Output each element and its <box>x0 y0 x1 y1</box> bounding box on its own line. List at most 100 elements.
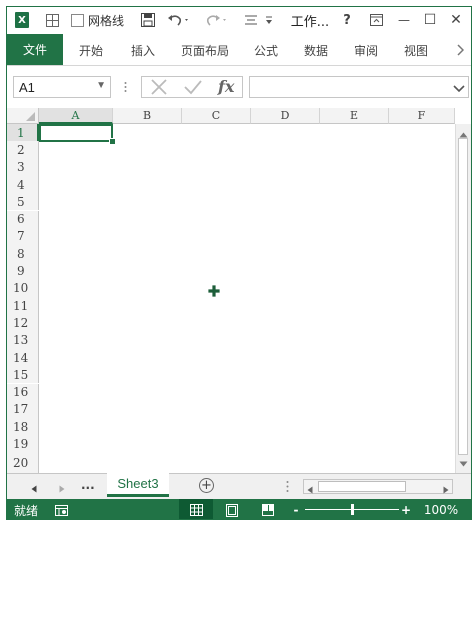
tab-view[interactable]: 视图 <box>397 37 435 63</box>
column-header-f[interactable]: F <box>389 108 455 124</box>
page-break-preview-button[interactable] <box>253 499 283 519</box>
column-header-e[interactable]: E <box>320 108 389 124</box>
tab-formulas[interactable]: 公式 <box>247 37 285 63</box>
row-header-18[interactable]: 18 <box>7 418 39 436</box>
tab-home[interactable]: 开始 <box>71 37 111 63</box>
formula-bar: A1 ▼ fx <box>7 66 471 108</box>
tab-file[interactable]: 文件 <box>7 34 63 65</box>
row-header-16[interactable]: 16 <box>7 383 39 401</box>
close-button[interactable]: ✕ <box>447 7 465 33</box>
gridlines-label: 网格线 <box>88 13 125 28</box>
row-header-13[interactable]: 13 <box>7 331 39 349</box>
name-box[interactable]: A1 ▼ <box>13 76 111 98</box>
macro-record-icon[interactable] <box>53 499 69 519</box>
row-header-3[interactable]: 3 <box>7 158 39 176</box>
formula-buttons: fx <box>141 76 243 98</box>
status-bar: 就绪 - + 100% <box>7 499 471 519</box>
gridlines-checkbox[interactable] <box>71 13 84 27</box>
tab-page-layout[interactable]: 页面布局 <box>175 37 235 63</box>
row-header-7[interactable]: 7 <box>7 227 39 246</box>
page-layout-view-icon <box>226 503 238 517</box>
vertical-scroll-thumb[interactable] <box>458 138 468 455</box>
name-box-dropdown-icon[interactable]: ▼ <box>96 80 106 91</box>
table-grid-icon[interactable] <box>43 7 61 33</box>
hscroll-right-icon[interactable] <box>443 483 449 497</box>
tab-split-grip-icon[interactable] <box>286 480 289 496</box>
normal-view-icon <box>189 504 203 516</box>
row-header-10[interactable]: 10 <box>7 279 39 297</box>
column-header-c[interactable]: C <box>182 108 251 124</box>
formula-input[interactable] <box>249 76 469 98</box>
row-header-14[interactable]: 14 <box>7 348 39 367</box>
scroll-down-icon[interactable] <box>459 456 468 470</box>
minimize-button[interactable]: — <box>395 7 413 33</box>
worksheet-grid: A B C D E F 1 2 3 4 5 6 7 8 9 10 11 12 1… <box>7 108 471 473</box>
zoom-slider[interactable] <box>303 499 401 519</box>
row-header-4[interactable]: 4 <box>7 175 39 194</box>
column-header-d[interactable]: D <box>251 108 320 124</box>
sheet-tab-sheet3[interactable]: Sheet3 <box>107 473 169 497</box>
zoom-level[interactable]: 100% <box>421 499 461 519</box>
sheet-scroll-right-icon[interactable] <box>59 482 65 496</box>
ribbon-scroll-right-icon[interactable] <box>451 37 469 63</box>
cell-area[interactable] <box>39 124 455 473</box>
row-header-17[interactable]: 17 <box>7 400 39 419</box>
redo-icon[interactable] <box>203 7 231 33</box>
row-header-20[interactable]: 20 <box>7 452 39 473</box>
fill-handle[interactable] <box>109 138 116 145</box>
more-sheets-button[interactable]: ... <box>81 478 95 492</box>
horizontal-scrollbar[interactable] <box>303 479 453 494</box>
row-header-9[interactable]: 9 <box>7 262 39 280</box>
zoom-in-button[interactable]: + <box>399 499 413 519</box>
enter-check-icon[interactable] <box>184 79 202 98</box>
hscroll-left-icon[interactable] <box>307 483 313 497</box>
ribbon-display-options-icon[interactable] <box>367 7 385 33</box>
normal-view-button[interactable] <box>179 499 213 519</box>
row-header-19[interactable]: 19 <box>7 435 39 453</box>
zoom-slider-thumb[interactable] <box>350 504 354 515</box>
vertical-scrollbar[interactable] <box>455 124 471 473</box>
row-header-5[interactable]: 5 <box>7 193 39 211</box>
sheet-scroll-left-icon[interactable] <box>31 482 37 496</box>
excel-logo-icon: X <box>15 12 29 28</box>
expand-formula-bar-icon[interactable] <box>453 82 465 96</box>
page-break-preview-icon <box>262 504 274 516</box>
select-all-corner[interactable] <box>7 108 39 124</box>
name-box-value: A1 <box>19 79 35 95</box>
maximize-button[interactable]: ☐ <box>421 7 439 33</box>
customize-qat-icon[interactable] <box>263 7 275 33</box>
row-header-1[interactable]: 1 <box>7 124 39 142</box>
add-icon: + <box>201 478 212 493</box>
help-button[interactable]: ? <box>339 7 355 33</box>
insert-function-icon[interactable]: fx <box>218 77 234 96</box>
excel-window: X 网格线 工作... ? — ☐ ✕ 文件 开始 插入 页面布局 公式 数据 … <box>6 6 472 520</box>
window-title: 工作... <box>290 14 330 30</box>
cell-cursor-icon <box>207 284 221 301</box>
page-layout-view-button[interactable] <box>217 499 247 519</box>
row-header-2[interactable]: 2 <box>7 141 39 159</box>
sheet-tab-bar: ... Sheet3 + <box>7 473 471 499</box>
save-icon[interactable] <box>139 7 157 33</box>
formula-bar-grip-icon <box>124 80 127 94</box>
undo-icon[interactable] <box>165 7 193 33</box>
row-header-11[interactable]: 11 <box>7 297 39 315</box>
cancel-icon[interactable] <box>150 79 168 98</box>
row-header-8[interactable]: 8 <box>7 245 39 263</box>
gridlines-toggle[interactable]: 网格线 <box>71 7 129 33</box>
excel-logo[interactable]: X <box>13 7 31 33</box>
active-cell-a1[interactable] <box>39 124 113 142</box>
new-sheet-button[interactable]: + <box>199 478 214 493</box>
ribbon-tabs: 文件 开始 插入 页面布局 公式 数据 审阅 视图 <box>7 33 471 65</box>
row-header-12[interactable]: 12 <box>7 314 39 332</box>
tab-review[interactable]: 审阅 <box>347 37 385 63</box>
tab-data[interactable]: 数据 <box>297 37 335 63</box>
align-icon[interactable] <box>243 7 259 33</box>
row-header-15[interactable]: 15 <box>7 366 39 384</box>
status-ready: 就绪 <box>13 503 38 518</box>
row-header-6[interactable]: 6 <box>7 210 39 228</box>
tab-insert[interactable]: 插入 <box>123 37 163 63</box>
column-header-a[interactable]: A <box>39 108 113 124</box>
zoom-out-button[interactable]: - <box>289 499 303 519</box>
horizontal-scroll-thumb[interactable] <box>318 481 406 492</box>
column-header-b[interactable]: B <box>113 108 182 124</box>
